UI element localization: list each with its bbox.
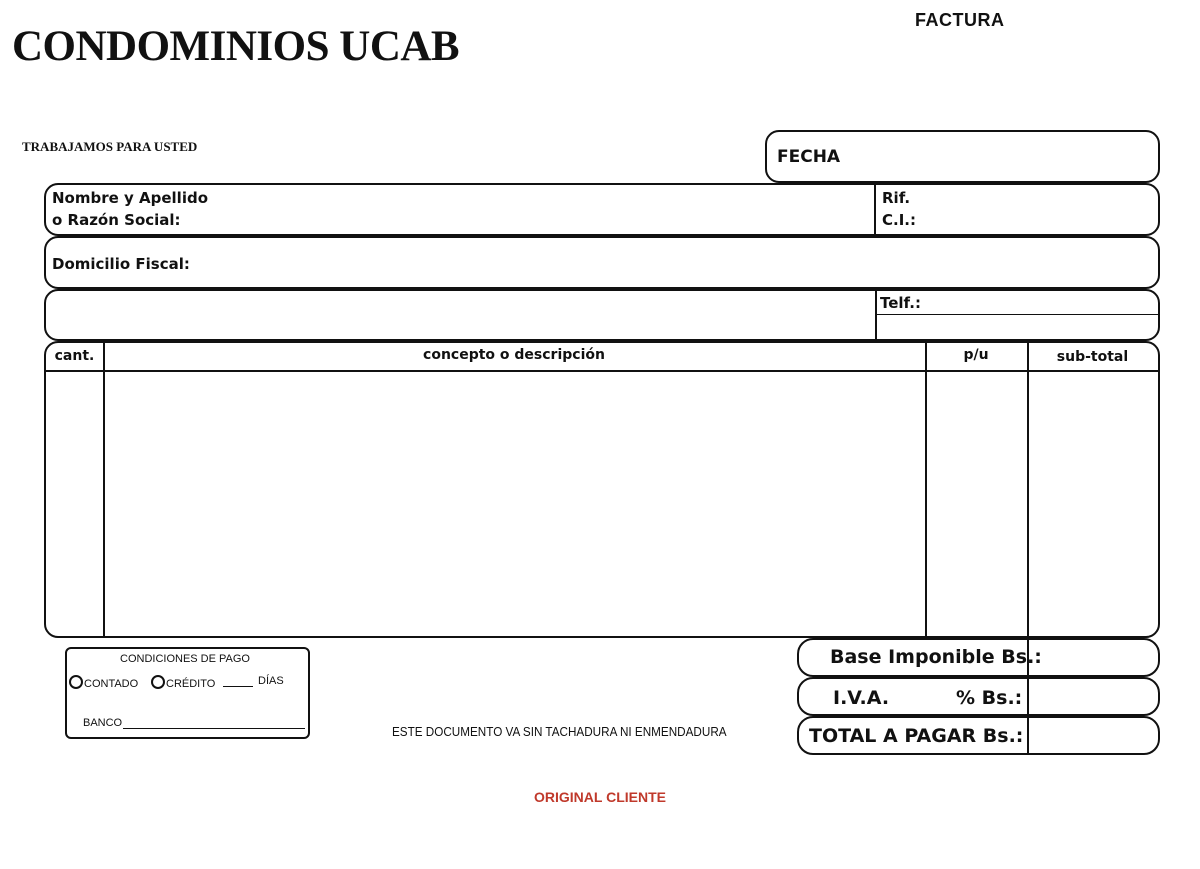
- name-label-line1: Nombre y Apellido: [52, 189, 209, 207]
- col-header-cant: cant.: [54, 348, 95, 364]
- base-imponible-row: Base Imponible Bs.:: [797, 638, 1160, 677]
- ci-label: C.I.:: [882, 211, 916, 229]
- total-divider: [1027, 718, 1029, 753]
- telf-label: Telf.:: [880, 294, 921, 312]
- client-name-section: Nombre y Apellido o Razón Social: Rif. C…: [44, 183, 1160, 236]
- copy-label: ORIGINAL CLIENTE: [534, 789, 666, 805]
- iva-divider: [1027, 679, 1029, 714]
- dias-label: DÍAS: [258, 675, 284, 687]
- domicilio-label: Domicilio Fiscal:: [52, 255, 190, 273]
- banco-label: BANCO: [83, 717, 123, 729]
- total-row: TOTAL A PAGAR Bs.:: [797, 716, 1160, 755]
- col-divider-concepto: [925, 343, 927, 636]
- iva-row: I.V.A. % Bs.:: [797, 677, 1160, 716]
- col-header-subtotal: sub-total: [1056, 349, 1129, 365]
- name-rif-divider: [874, 185, 876, 234]
- contado-radio-icon[interactable]: [69, 675, 83, 689]
- dias-blank[interactable]: [223, 686, 253, 687]
- fecha-field[interactable]: FECHA: [765, 130, 1160, 183]
- credito-option[interactable]: CRÉDITO: [151, 675, 215, 690]
- domicilio-field[interactable]: Domicilio Fiscal:: [44, 236, 1160, 289]
- credito-label: CRÉDITO: [166, 678, 216, 690]
- col-divider-pu: [1027, 343, 1029, 636]
- address-telf-section: Telf.:: [44, 289, 1160, 341]
- items-table: cant. concepto o descripción p/u sub-tot…: [44, 341, 1160, 638]
- base-divider: [1027, 640, 1029, 675]
- company-name: CONDOMINIOS UCAB: [12, 23, 460, 70]
- contado-label: CONTADO: [84, 678, 139, 690]
- col-header-pu: p/u: [963, 347, 989, 363]
- name-label-line2: o Razón Social:: [52, 211, 181, 229]
- payment-title: CONDICIONES DE PAGO: [120, 653, 250, 665]
- payment-conditions: CONDICIONES DE PAGO CONTADO CRÉDITO DÍAS…: [65, 647, 310, 739]
- company-tagline: TRABAJAMOS PARA USTED: [22, 139, 198, 154]
- col-header-concepto: concepto o descripción: [423, 347, 605, 363]
- rif-label: Rif.: [882, 189, 911, 207]
- credito-radio-icon[interactable]: [151, 675, 165, 689]
- iva-label: I.V.A.: [833, 687, 890, 709]
- fecha-label: FECHA: [777, 147, 841, 167]
- base-imponible-label: Base Imponible Bs.:: [830, 646, 1042, 668]
- iva-percent-label: % Bs.:: [956, 687, 1023, 709]
- no-alteration-note: ESTE DOCUMENTO VA SIN TACHADURA NI ENMEN…: [392, 724, 727, 739]
- telf-underline: [875, 314, 1158, 315]
- banco-blank[interactable]: [123, 728, 305, 729]
- col-divider-cant: [103, 343, 105, 636]
- total-label: TOTAL A PAGAR Bs.:: [809, 725, 1024, 747]
- telf-divider: [875, 291, 877, 339]
- document-type: FACTURA: [915, 10, 1005, 30]
- table-header-line: [46, 370, 1158, 372]
- contado-option[interactable]: CONTADO: [69, 675, 138, 690]
